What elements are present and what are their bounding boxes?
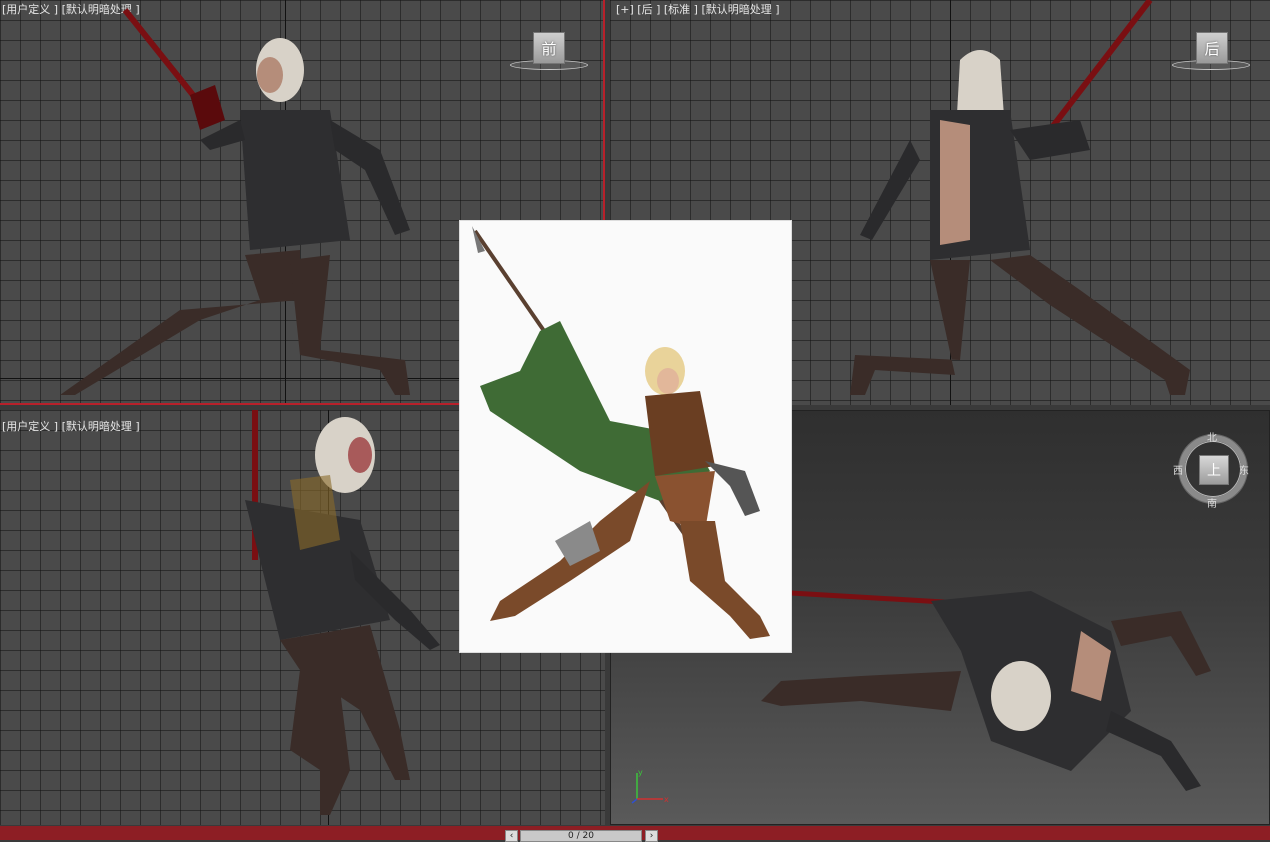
viewcube[interactable]: 后 (1196, 32, 1228, 64)
grid-axis-vertical (950, 0, 951, 405)
time-slider[interactable]: 0 / 20 (520, 830, 642, 842)
reference-image-elf-spear (459, 220, 792, 653)
time-slider-bar[interactable]: ‹ 0 / 20 › (0, 826, 1270, 842)
viewport-label[interactable]: [+] [后 ] [标准 ] [默认明暗处理 ] (616, 1, 780, 17)
axis-y-label: y (638, 768, 643, 777)
chevron-left-icon[interactable]: ‹ (505, 830, 518, 842)
compass-west-label: 西 (1173, 466, 1183, 477)
viewcube[interactable]: 前 (533, 32, 565, 64)
compass-north-label: 北 (1207, 433, 1217, 444)
viewport-label[interactable]: [用户定义 ] [默认明暗处理 ] (2, 1, 140, 17)
compass-south-label: 南 (1207, 499, 1217, 510)
viewcube[interactable]: 上 (1199, 455, 1229, 485)
grid-axis-vertical (285, 0, 286, 403)
chevron-right-icon[interactable]: › (645, 830, 658, 842)
grid-axis-vertical (328, 410, 329, 825)
elf-character-illustration (472, 226, 770, 639)
compass-east-label: 东 (1239, 466, 1249, 477)
axis-gizmo: y x (631, 768, 669, 804)
viewport-label[interactable]: [用户定义 ] [默认明暗处理 ] (2, 418, 140, 434)
axis-x-label: x (664, 795, 669, 804)
